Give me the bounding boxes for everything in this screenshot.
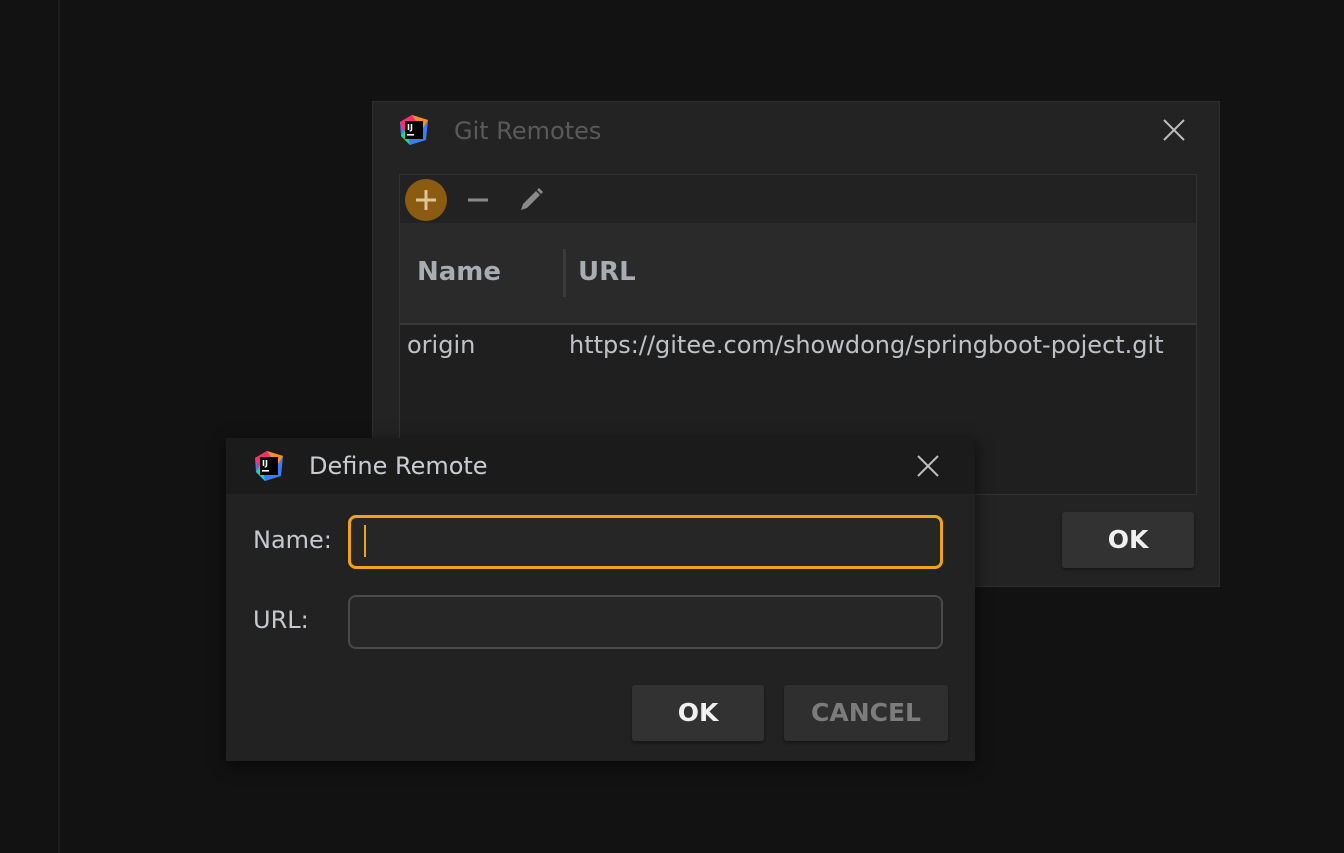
text-caret: [364, 525, 366, 557]
dialog-title-bar: IJ Define Remote: [226, 438, 975, 494]
ok-button[interactable]: OK: [632, 685, 764, 741]
minus-icon: [468, 198, 488, 202]
remote-name-input[interactable]: [348, 515, 943, 569]
intellij-logo-icon: IJ: [253, 450, 285, 482]
pencil-icon: [521, 188, 543, 210]
svg-text:IJ: IJ: [407, 123, 413, 132]
table-header: Name URL: [400, 223, 1196, 325]
remote-url-cell: https://gitee.com/showdong/springboot-po…: [569, 331, 1164, 359]
cancel-button[interactable]: CANCEL: [784, 685, 948, 741]
remote-name-cell: origin: [407, 331, 476, 359]
dialog-title: Define Remote: [309, 452, 488, 480]
name-label: Name:: [253, 526, 332, 554]
close-icon[interactable]: [1161, 117, 1187, 143]
table-row[interactable]: origin https://gitee.com/showdong/spring…: [400, 325, 1196, 369]
remove-remote-button[interactable]: [457, 179, 499, 221]
define-remote-dialog: IJ Define Remote Name: URL: OK CANCEL: [226, 438, 975, 761]
column-header-url[interactable]: URL: [578, 257, 636, 287]
edit-remote-button[interactable]: [510, 179, 552, 221]
add-remote-button[interactable]: [405, 179, 447, 221]
remotes-toolbar: [400, 175, 1196, 223]
intellij-logo-icon: IJ: [398, 114, 430, 146]
editor-gutter-line: [58, 0, 60, 853]
svg-text:IJ: IJ: [262, 459, 268, 468]
dialog-title: Git Remotes: [454, 117, 602, 145]
ok-button[interactable]: OK: [1062, 512, 1194, 568]
column-header-name[interactable]: Name: [417, 257, 501, 287]
plus-icon: [416, 190, 436, 210]
remote-url-input[interactable]: [348, 595, 943, 649]
column-divider[interactable]: [563, 249, 566, 297]
url-label: URL:: [253, 606, 309, 634]
close-icon[interactable]: [915, 453, 941, 479]
dialog-title-bar: IJ Git Remotes: [373, 102, 1219, 160]
